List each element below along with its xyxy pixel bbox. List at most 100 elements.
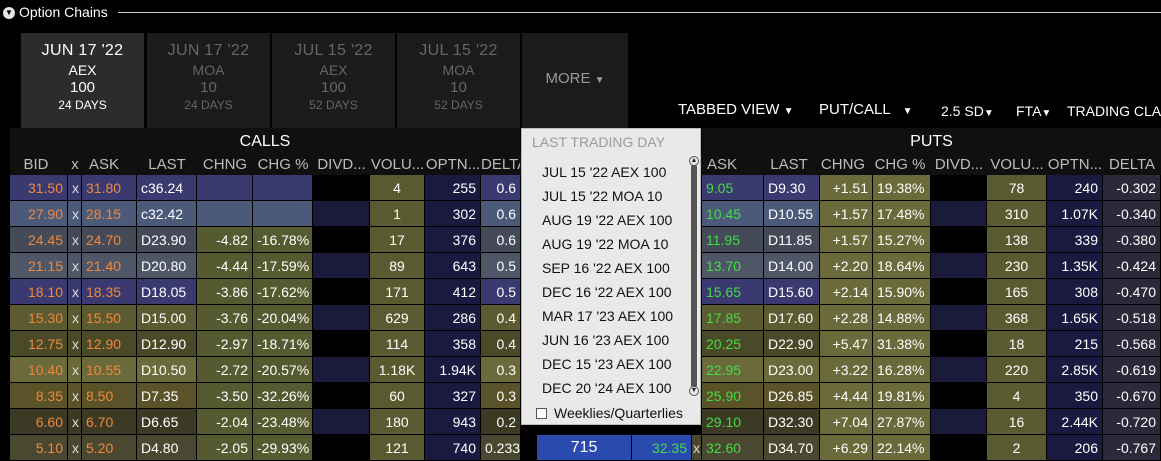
p-optn-cell[interactable]: 206 — [1047, 435, 1103, 461]
ask-cell[interactable]: 12.90 — [82, 331, 137, 357]
p-vol-cell[interactable]: 230 — [987, 253, 1047, 279]
chgpct-cell[interactable]: -17.59% — [253, 253, 313, 279]
dividend-cell[interactable] — [313, 305, 370, 331]
dividend-cell[interactable] — [931, 175, 987, 201]
trading-class-select[interactable]: TRADING CLA — [1067, 103, 1161, 119]
delta-cell[interactable]: 0.2 — [481, 409, 521, 435]
chng-cell[interactable]: -4.44 — [197, 253, 253, 279]
put-header-cell[interactable]: CHNG — [817, 154, 869, 175]
separator-cell[interactable]: x — [68, 305, 82, 331]
put-header-cell[interactable]: DIVD... — [931, 154, 987, 175]
separator-cell[interactable]: x — [68, 201, 82, 227]
vol-cell[interactable]: 60 — [370, 383, 425, 409]
separator-cell[interactable]: x — [68, 357, 82, 383]
p-chng-cell[interactable]: +6.29 — [820, 435, 873, 461]
p-chng-cell[interactable]: +2.20 — [820, 253, 873, 279]
sd-select[interactable]: 2.5 SD▼ — [941, 103, 994, 119]
dividend-cell[interactable] — [931, 227, 987, 253]
p-delta-cell[interactable]: -0.340 — [1103, 201, 1161, 227]
expiry-tab[interactable]: JUN 17 '22 AEX 100 24 DAYS — [21, 33, 144, 128]
last-cell[interactable]: D12.90 — [137, 331, 197, 357]
last-cell[interactable]: D23.90 — [137, 227, 197, 253]
p-chng-cell[interactable]: +7.04 — [820, 409, 873, 435]
fta-select[interactable]: FTA▼ — [1016, 103, 1051, 119]
p-delta-cell[interactable]: -0.380 — [1103, 227, 1161, 253]
dropdown-scrollbar[interactable]: ▲ ▼ — [689, 156, 699, 396]
bid-cell[interactable]: 5.10 — [10, 435, 68, 461]
p-delta-cell[interactable]: -0.767 — [1103, 435, 1161, 461]
weeklies-checkbox[interactable] — [536, 408, 547, 419]
dividend-cell[interactable] — [313, 227, 370, 253]
vol-cell[interactable]: 4 — [370, 175, 425, 201]
p-vol-cell[interactable]: 4 — [987, 383, 1047, 409]
ask-cell[interactable]: 6.70 — [82, 409, 137, 435]
ask-cell[interactable]: 8.50 — [82, 383, 137, 409]
optn-cell[interactable]: 1.94K — [425, 357, 481, 383]
p-last-cell[interactable]: D11.85 — [764, 227, 820, 253]
dropdown-item[interactable]: MAR 17 '23 AEX 100 — [542, 308, 673, 324]
scroll-up-icon[interactable]: ▲ — [689, 156, 699, 166]
last-cell[interactable]: D18.05 — [137, 279, 197, 305]
delta-cell[interactable]: 0.233 — [481, 435, 521, 461]
p-chng-cell[interactable]: +2.28 — [820, 305, 873, 331]
separator-cell[interactable]: x — [68, 227, 82, 253]
chgpct-cell[interactable]: -20.57% — [253, 357, 313, 383]
separator-cell[interactable]: x — [68, 279, 82, 305]
p-last-cell[interactable]: D32.30 — [764, 409, 820, 435]
last-cell[interactable]: D6.65 — [137, 409, 197, 435]
p-optn-cell[interactable]: 1.07K — [1047, 201, 1103, 227]
p-delta-cell[interactable]: -0.568 — [1103, 331, 1161, 357]
p-vol-cell[interactable]: 78 — [987, 175, 1047, 201]
p-optn-cell[interactable]: 2.44K — [1047, 409, 1103, 435]
p-chgpct-cell[interactable]: 14.88% — [873, 305, 931, 331]
bid-cell[interactable]: 8.35 — [10, 383, 68, 409]
chgpct-cell[interactable]: -20.04% — [253, 305, 313, 331]
expiry-dropdown[interactable]: LAST TRADING DAY ▲ ▼ Weeklies/Quarterlie… — [521, 128, 701, 425]
vol-cell[interactable]: 180 — [370, 409, 425, 435]
ask-cell[interactable]: 18.35 — [82, 279, 137, 305]
chng-cell[interactable]: -3.76 — [197, 305, 253, 331]
p-chgpct-cell[interactable]: 27.87% — [873, 409, 931, 435]
bid-cell[interactable]: 10.40 — [10, 357, 68, 383]
p-chng-cell[interactable]: +2.14 — [820, 279, 873, 305]
p-last-cell[interactable]: D23.00 — [764, 357, 820, 383]
chgpct-cell[interactable]: -16.78% — [253, 227, 313, 253]
collapse-icon[interactable]: ▼ — [3, 7, 15, 19]
p-last-cell[interactable]: D15.60 — [764, 279, 820, 305]
optn-cell[interactable]: 286 — [425, 305, 481, 331]
separator-cell[interactable]: x — [68, 175, 82, 201]
p-ask-cell[interactable]: 29.10 — [702, 409, 764, 435]
p-ask-cell[interactable]: 20.25 — [702, 331, 764, 357]
bid-cell[interactable]: 24.45 — [10, 227, 68, 253]
p-optn-cell[interactable]: 339 — [1047, 227, 1103, 253]
p-optn-cell[interactable]: 1.65K — [1047, 305, 1103, 331]
optn-cell[interactable]: 376 — [425, 227, 481, 253]
dividend-cell[interactable] — [313, 409, 370, 435]
scroll-down-icon[interactable]: ▼ — [689, 386, 699, 396]
p-chng-cell[interactable]: +1.51 — [820, 175, 873, 201]
p-chgpct-cell[interactable]: 18.64% — [873, 253, 931, 279]
last-cell[interactable]: D4.80 — [137, 435, 197, 461]
p-ask-cell[interactable]: 10.45 — [702, 201, 764, 227]
put-header-cell[interactable]: LAST — [766, 154, 812, 175]
last-cell[interactable]: D20.80 — [137, 253, 197, 279]
strike-cell[interactable]: 715 — [537, 435, 632, 461]
dividend-cell[interactable] — [313, 331, 370, 357]
p-ask-cell[interactable]: 25.90 — [702, 383, 764, 409]
optn-cell[interactable]: 302 — [425, 201, 481, 227]
call-header-cell[interactable]: CHG % — [253, 154, 313, 175]
p-chgpct-cell[interactable]: 22.14% — [873, 435, 931, 461]
last-cell[interactable]: D10.50 — [137, 357, 197, 383]
p-optn-cell[interactable]: 308 — [1047, 279, 1103, 305]
call-header-cell[interactable]: LAST — [137, 154, 197, 175]
dropdown-item[interactable]: JUL 15 '22 MOA 10 — [542, 188, 662, 204]
p-vol-cell[interactable]: 2 — [987, 435, 1047, 461]
optn-cell[interactable]: 740 — [425, 435, 481, 461]
last-cell[interactable]: D15.00 — [137, 305, 197, 331]
ask-cell[interactable]: 28.15 — [82, 201, 137, 227]
last-cell[interactable]: c32.42 — [137, 201, 197, 227]
p-chng-cell[interactable]: +4.44 — [820, 383, 873, 409]
dividend-cell[interactable] — [313, 357, 370, 383]
ask-cell[interactable]: 21.40 — [82, 253, 137, 279]
bid-cell[interactable]: 21.15 — [10, 253, 68, 279]
